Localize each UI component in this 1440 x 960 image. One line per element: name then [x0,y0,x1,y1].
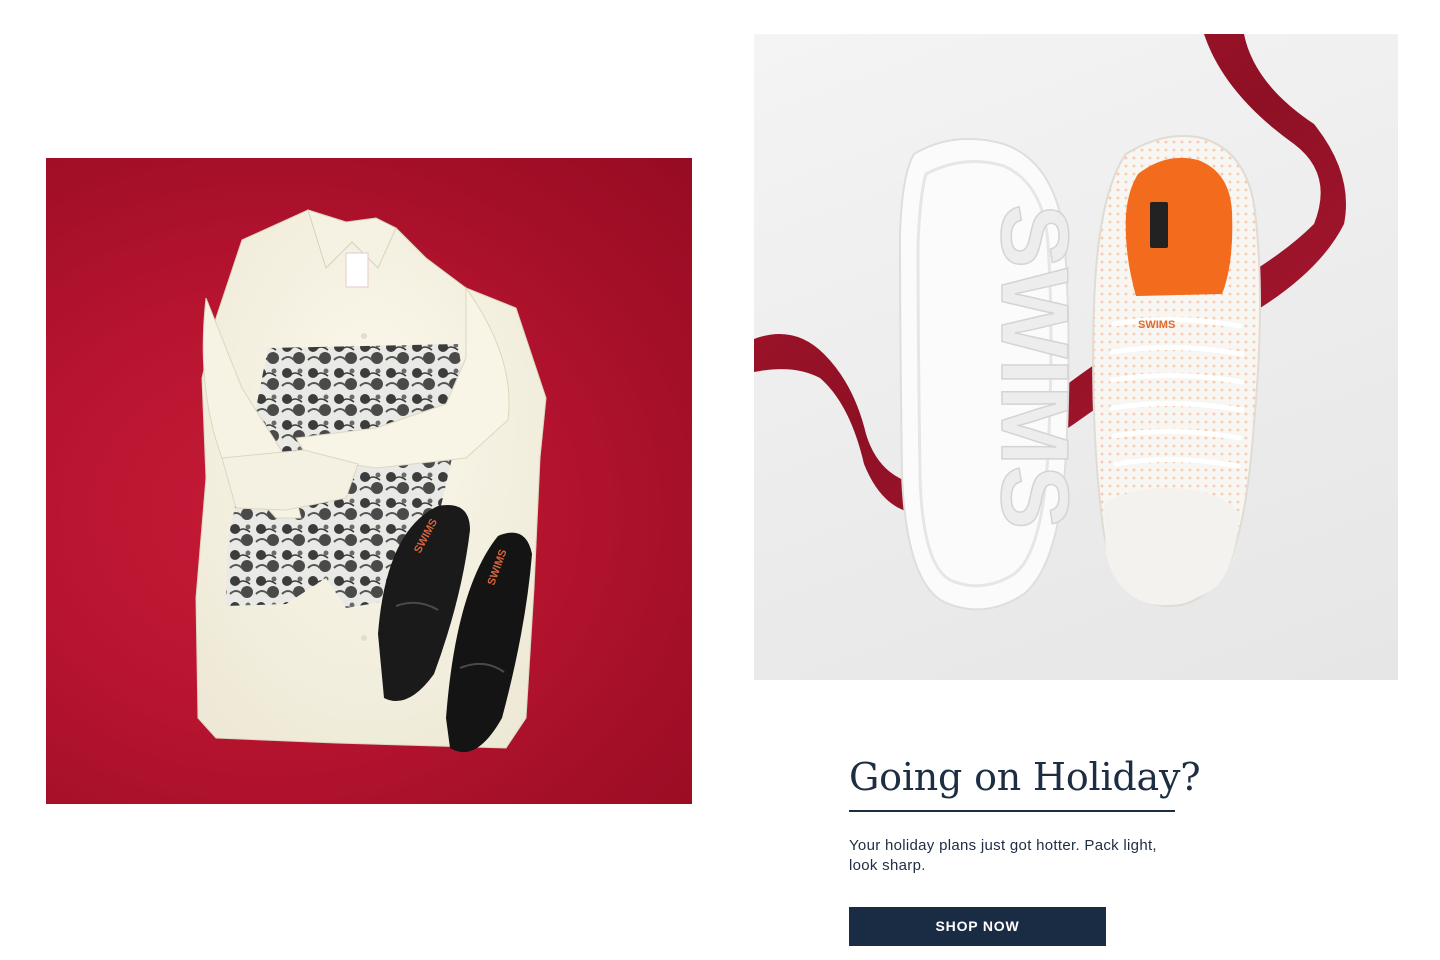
upper-logo: SWIMS [1138,319,1175,331]
promo-block: Going on Holiday? Your holiday plans jus… [849,752,1201,946]
page: SWIMS SWIMS SWIMS SWIMS Going on Holiday… [0,0,1440,960]
orange-insole [1125,157,1233,296]
promo-description: Your holiday plans just got hotter. Pack… [849,837,1157,874]
flat-lay-illustration: SWIMS SWIMS [195,209,547,753]
shop-now-button[interactable]: SHOP NOW [849,907,1106,946]
flat-lay-photo: SWIMS SWIMS [46,158,692,804]
sole-logo: SWIMS [981,204,1088,529]
title-divider [849,810,1175,812]
sneaker-photo: SWIMS SWIMS [754,34,1398,680]
promo-title: Going on Holiday? [849,755,1201,799]
sneaker-illustration: SWIMS SWIMS [754,34,1346,611]
